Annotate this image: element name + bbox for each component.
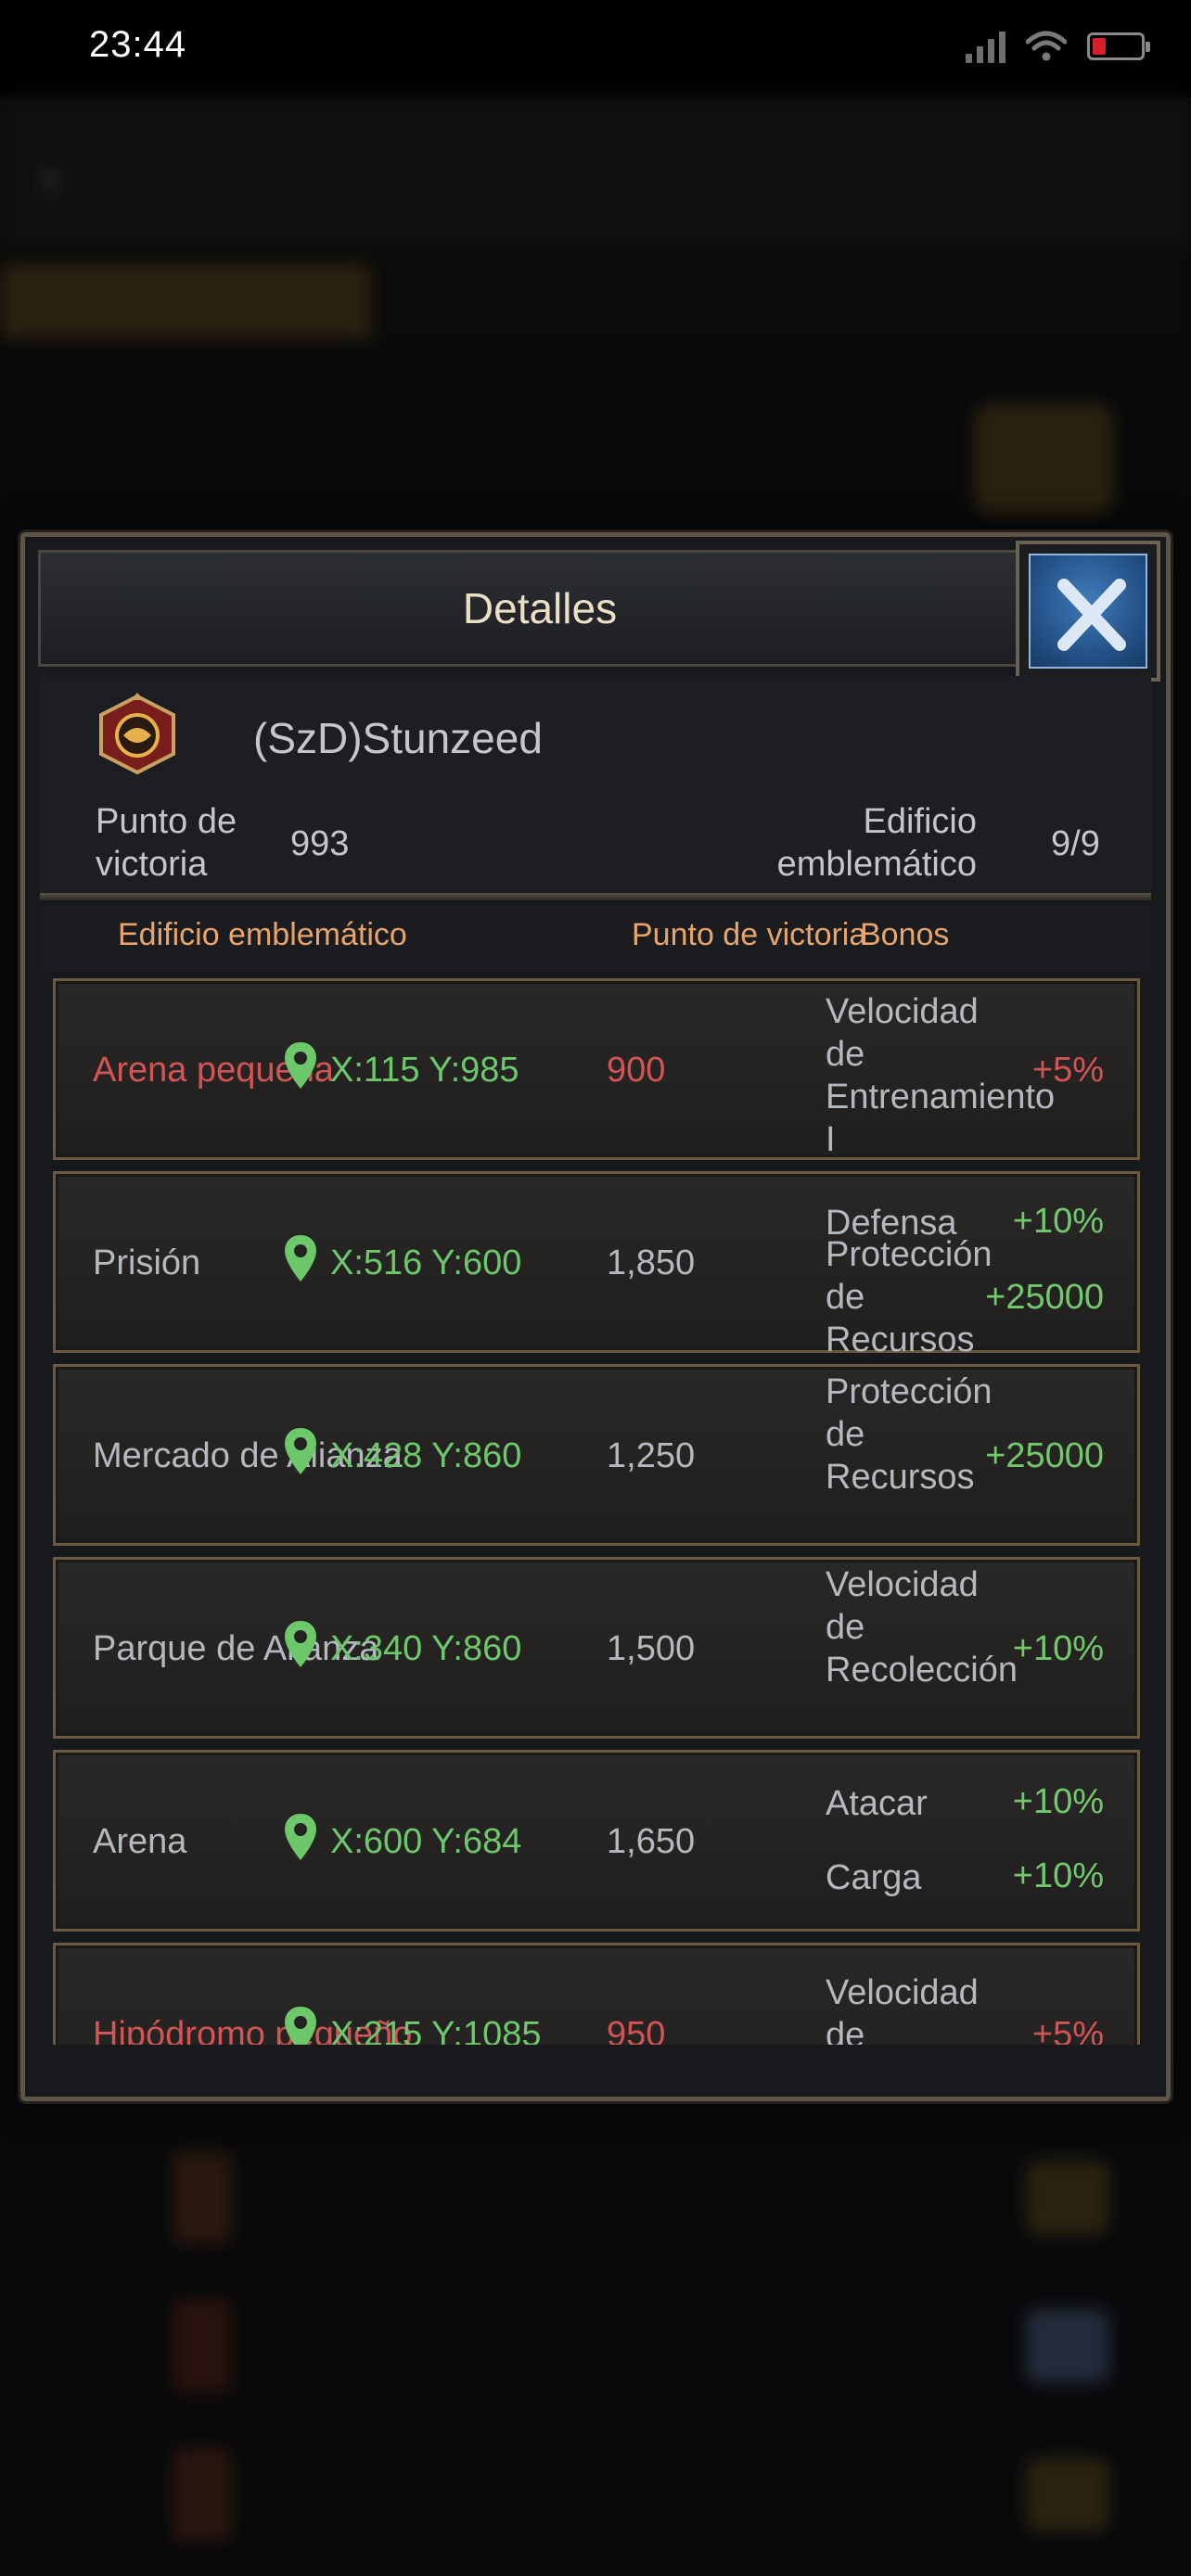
bonus-text: Protección de Recursos: [826, 1372, 992, 1497]
building-name: Arena: [93, 1822, 187, 1861]
table-header: Edificio emblemático Punto de victoria B…: [40, 906, 1151, 971]
status-time: 23:44: [89, 24, 187, 65]
signal-icon: [966, 30, 1005, 63]
alliance-emblem-icon: [99, 693, 175, 775]
player-name: (SzD)Stunzeed: [253, 714, 543, 762]
close-button[interactable]: [1016, 541, 1160, 682]
building-points: 1,650: [607, 1822, 696, 1861]
bonus-text: Carga: [826, 1858, 922, 1897]
bonus-value: +10%: [1012, 1202, 1104, 1241]
location-pin-icon[interactable]: [283, 1040, 318, 1090]
building-row[interactable]: Prisión X:516 Y:600 1,850 Defensa +10% P…: [53, 1171, 1140, 1359]
emblematic-buildings-value: 9/9: [1051, 824, 1100, 863]
battery-icon: [1087, 32, 1150, 60]
location-pin-icon[interactable]: [283, 1233, 318, 1283]
buildings-list[interactable]: Arena pequeña X:115 Y:985 900 Velocidad …: [40, 978, 1151, 2045]
bonus-text: Velocidad de: [826, 1973, 979, 2045]
building-points: 1,850: [607, 1243, 696, 1282]
victory-points-label: Punto de victoria: [96, 802, 237, 884]
bonus-value: +10%: [1012, 1629, 1104, 1668]
bonus-value: +5%: [1031, 2015, 1104, 2045]
building-points: 950: [607, 2015, 666, 2045]
building-row[interactable]: Hipódromo pequeño X:215 Y:1085 950 Veloc…: [53, 1943, 1140, 2045]
bonus-text: Atacar: [826, 1784, 928, 1823]
building-row[interactable]: Parque de Alianza X:340 Y:860 1,500 Velo…: [53, 1557, 1140, 1739]
bonus-value: +25000: [985, 1436, 1104, 1475]
bonus-value: +25000: [985, 1278, 1104, 1317]
wifi-icon: [1026, 31, 1067, 61]
bonus-value: +10%: [1012, 1782, 1104, 1821]
modal-header: Detalles: [38, 550, 1036, 667]
player-info: (SzD)Stunzeed Punto de victoria 993 Edif…: [40, 676, 1151, 893]
bonus-text: Velocidad de Entrenamiento I: [826, 992, 1056, 1159]
building-coordinates[interactable]: X:600 Y:684: [330, 1822, 521, 1862]
column-header-building: Edificio emblemático: [118, 917, 407, 952]
building-coordinates[interactable]: X:115 Y:985: [330, 1051, 519, 1090]
bonus-value: +10%: [1012, 1856, 1104, 1895]
divider: [40, 893, 1151, 900]
bonus-text: Protección de Recursos: [826, 1235, 992, 1359]
column-header-points: Punto de victoria: [632, 917, 867, 952]
location-pin-icon[interactable]: [283, 1426, 318, 1476]
building-points: 900: [607, 1051, 666, 1090]
location-pin-icon[interactable]: [283, 1812, 318, 1862]
location-pin-icon[interactable]: [283, 2005, 318, 2045]
modal-title: Detalles: [462, 584, 618, 632]
building-row[interactable]: Arena X:600 Y:684 1,650 Atacar +10% Carg…: [53, 1750, 1140, 1932]
screen: 23:44 ‹ Detalles (SzD)Stunzeed Punto de …: [0, 0, 1191, 2576]
building-row[interactable]: Arena pequeña X:115 Y:985 900 Velocidad …: [53, 978, 1140, 1160]
bonus-text: Velocidad de Recolección: [826, 1565, 1018, 1690]
building-coordinates[interactable]: X:516 Y:600: [330, 1243, 521, 1283]
emblematic-buildings-label: Edificio emblemático: [776, 802, 977, 884]
building-points: 1,500: [607, 1629, 696, 1668]
column-header-bonus: Bonos: [860, 917, 950, 952]
bonus-value: +5%: [1031, 1051, 1104, 1090]
building-points: 1,250: [607, 1436, 696, 1475]
location-pin-icon[interactable]: [283, 1619, 318, 1669]
building-coordinates[interactable]: X:215 Y:1085: [330, 2015, 542, 2045]
building-row[interactable]: Mercado de Alianza X:428 Y:860 1,250 Pro…: [53, 1364, 1140, 1546]
victory-points-value: 993: [290, 824, 350, 863]
status-icons: [966, 26, 1150, 67]
building-name: Prisión: [93, 1243, 201, 1282]
close-icon: [1057, 579, 1126, 651]
status-bar: 23:44: [0, 0, 1191, 97]
details-modal: Detalles (SzD)Stunzeed Punto de victoria…: [20, 532, 1171, 2101]
building-coordinates[interactable]: X:428 Y:860: [330, 1436, 521, 1476]
building-coordinates[interactable]: X:340 Y:860: [330, 1629, 521, 1669]
